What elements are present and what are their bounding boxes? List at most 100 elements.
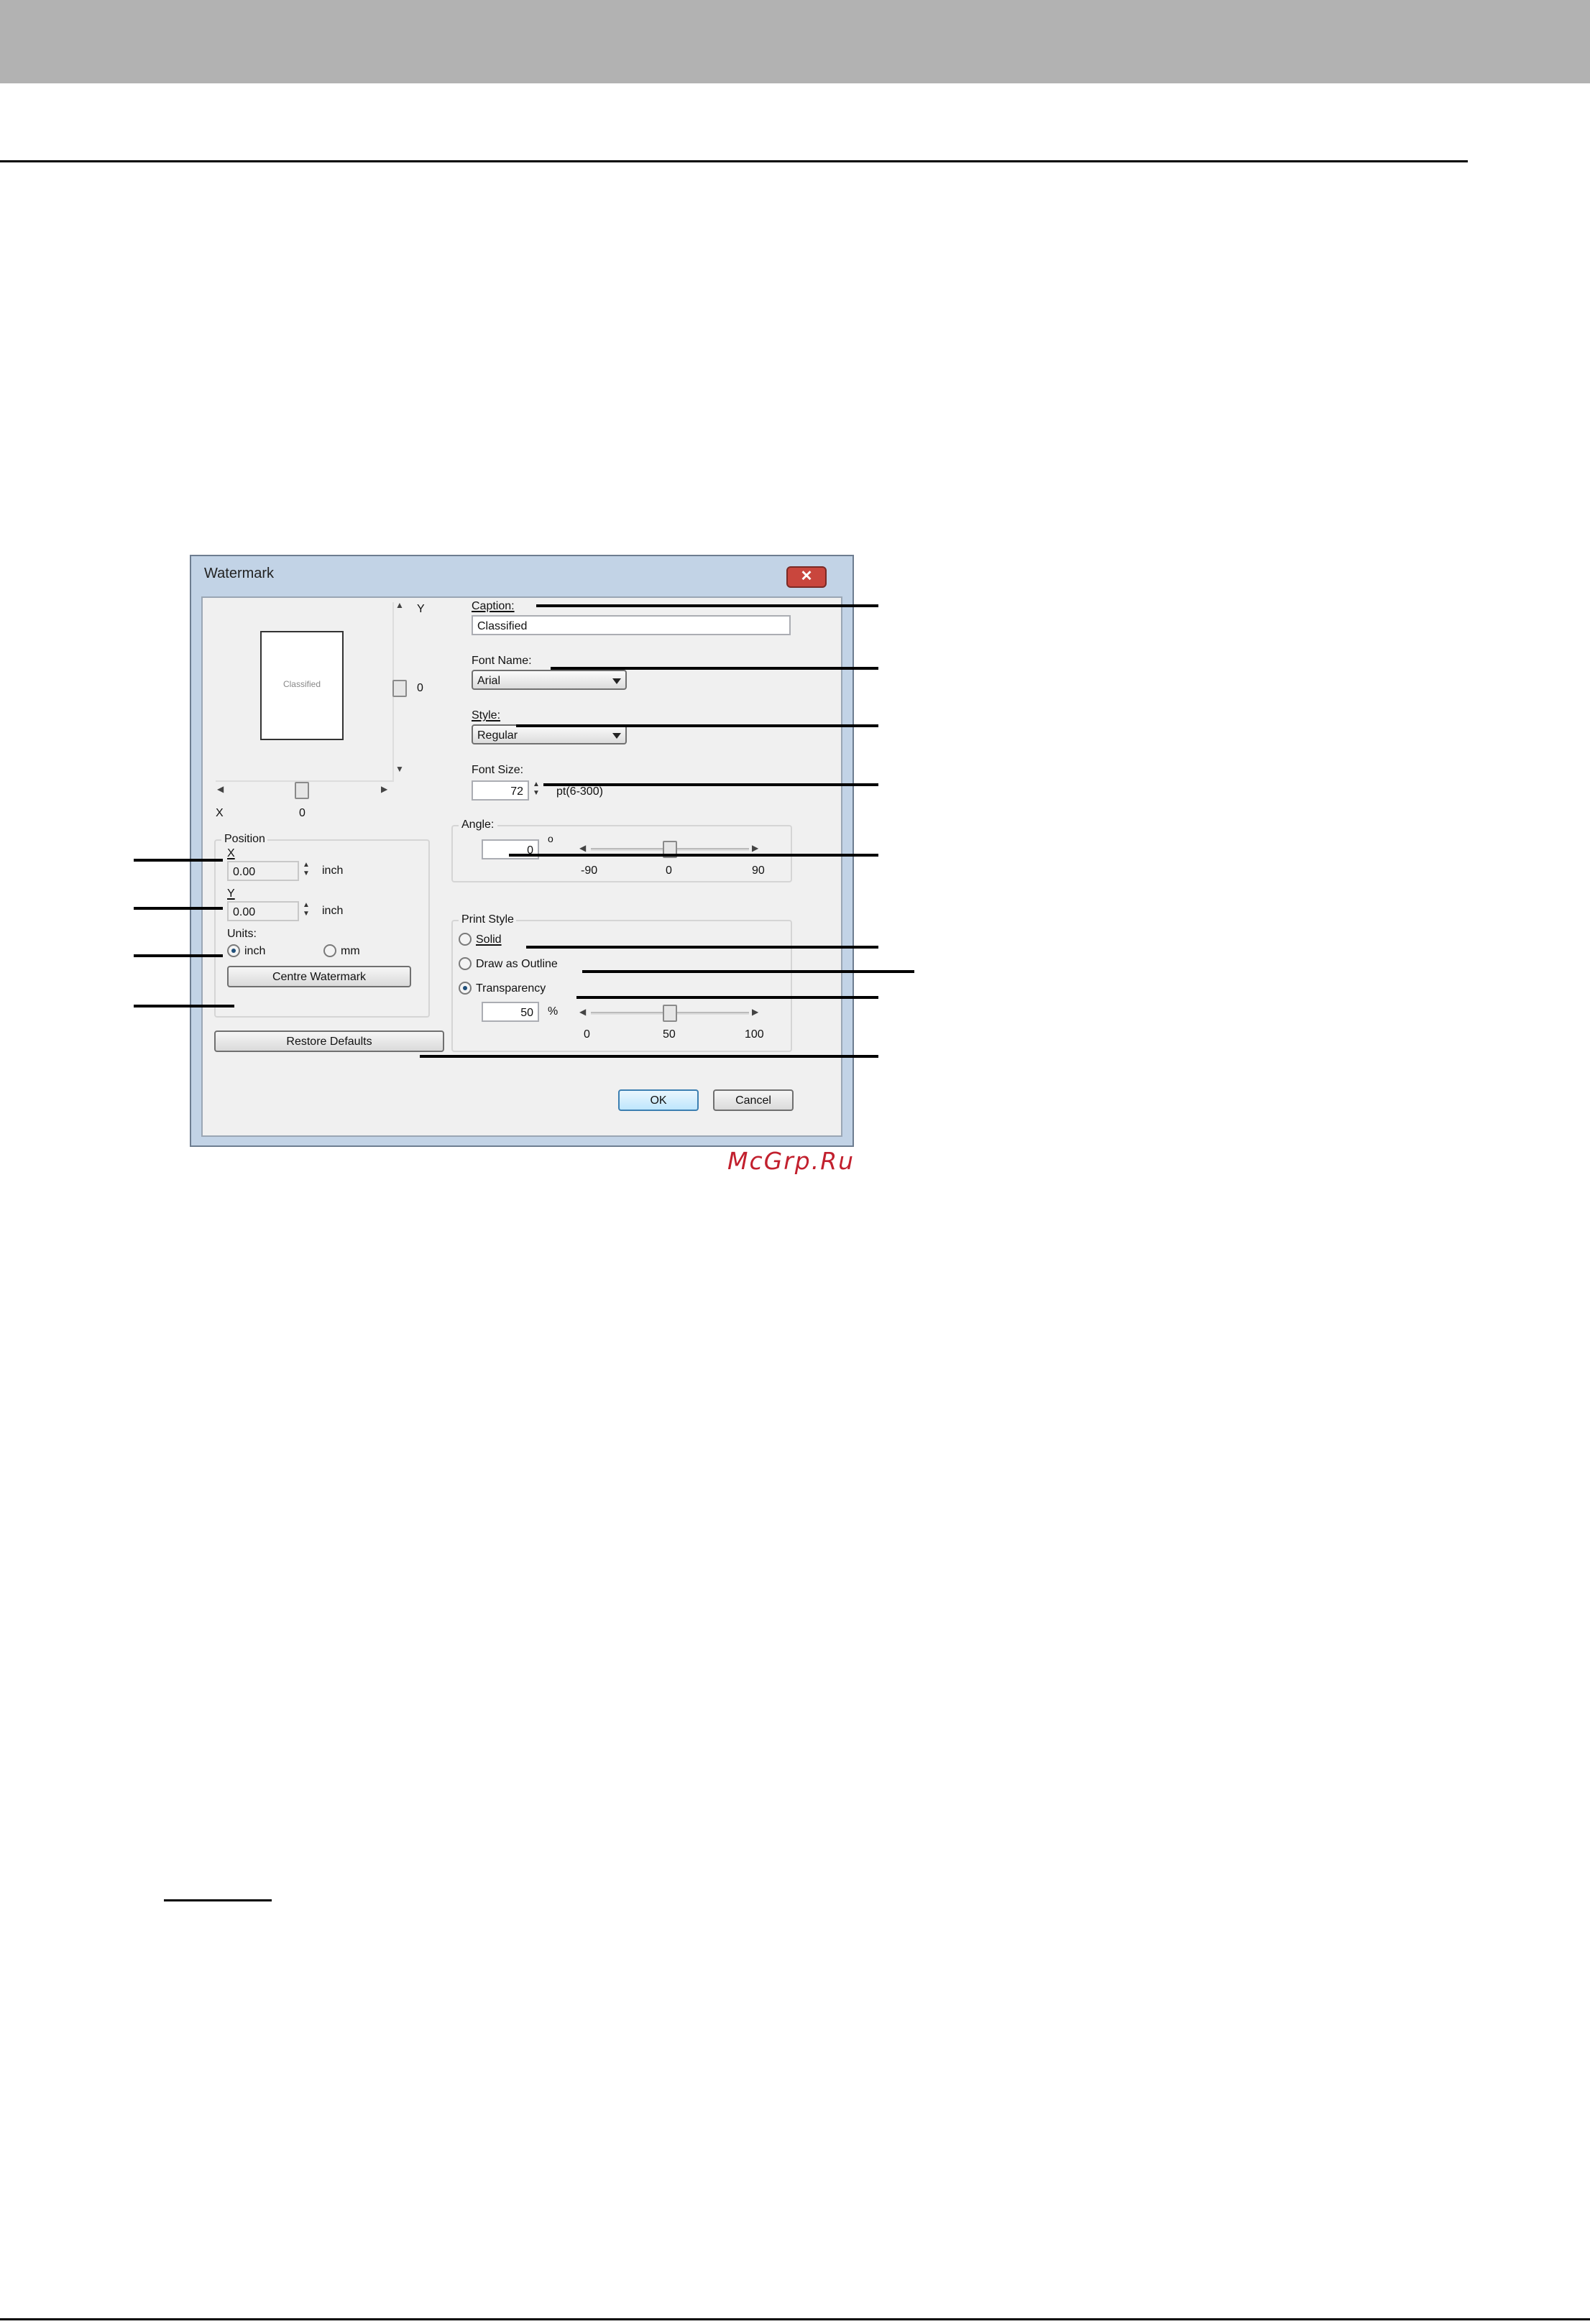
font-size-range: pt(6-300) [556, 785, 603, 798]
transparency-slider[interactable]: ◀ ▶ [576, 1005, 763, 1022]
callout-line-units [134, 954, 223, 957]
callout-line-angle [509, 854, 878, 857]
close-icon: ✕ [800, 569, 813, 585]
callout-line-style [516, 724, 878, 727]
style-value: Regular [477, 729, 518, 742]
callout-line-restore-defaults [420, 1055, 878, 1058]
degree-symbol: o [548, 835, 553, 845]
y-scroll-thumb[interactable] [392, 680, 407, 697]
font-size-spinner[interactable]: ▲ ▼ [532, 780, 541, 801]
callout-line-draw-as-outline [582, 970, 914, 973]
transparency-max-tick: 100 [745, 1028, 764, 1041]
caption-field[interactable]: Classified [472, 615, 791, 635]
cancel-button[interactable]: Cancel [713, 1089, 794, 1111]
watermark-dialog-wrapper: Watermark ✕ Classified ▲ ▼ Y 0 ◀ ▶ X 0 P… [190, 555, 854, 1147]
angle-mid-tick: 0 [666, 864, 672, 877]
chevron-down-icon [612, 678, 621, 684]
x-axis-label: X [216, 806, 224, 819]
x-value: 0 [299, 806, 305, 819]
y-value: 0 [417, 681, 423, 694]
close-button[interactable]: ✕ [786, 566, 827, 588]
arrow-left-icon[interactable]: ◀ [217, 785, 224, 795]
angle-min-tick: -90 [581, 864, 598, 877]
position-y-spinner[interactable]: ▲ ▼ [302, 901, 311, 921]
arrow-right-icon[interactable]: ▶ [381, 785, 387, 795]
unit-mm-radio[interactable] [323, 944, 336, 957]
restore-defaults-button[interactable]: Restore Defaults [214, 1030, 444, 1052]
style-dropdown[interactable]: Regular [472, 724, 627, 744]
transparency-slider-thumb[interactable] [663, 1005, 677, 1022]
spin-up-icon[interactable]: ▲ [533, 780, 540, 789]
callout-line-position-y [134, 907, 223, 910]
y-position-scrollbar[interactable]: ▲ ▼ [392, 602, 407, 780]
angle-label: Angle: [459, 818, 497, 831]
callout-line-position-x [134, 859, 223, 862]
callout-line-solid [526, 946, 878, 949]
position-x-field[interactable]: 0.00 [227, 861, 299, 881]
position-x-label: X [227, 847, 235, 859]
position-y-label: Y [227, 887, 235, 900]
dialog-title: Watermark [204, 566, 275, 582]
y-axis-label: Y [417, 602, 425, 615]
print-style-label: Print Style [459, 913, 517, 926]
font-name-value: Arial [477, 674, 501, 687]
spin-down-icon[interactable]: ▼ [303, 910, 310, 918]
arrow-down-icon[interactable]: ▼ [395, 766, 404, 775]
font-size-label: Font Size: [472, 763, 524, 776]
callout-line-centre-watermark [134, 1005, 234, 1007]
draw-as-outline-label[interactable]: Draw as Outline [476, 957, 558, 970]
transparency-mid-tick: 50 [663, 1028, 676, 1041]
ok-button[interactable]: OK [618, 1089, 699, 1111]
transparency-radio[interactable] [459, 982, 472, 995]
spin-down-icon[interactable]: ▼ [303, 870, 310, 878]
centre-watermark-button[interactable]: Centre Watermark [227, 966, 411, 987]
position-group-label: Position [221, 832, 268, 845]
transparency-min-tick: 0 [584, 1028, 590, 1041]
position-y-field[interactable]: 0.00 [227, 901, 299, 921]
arrow-right-icon[interactable]: ▶ [752, 844, 758, 854]
spin-down-icon[interactable]: ▼ [533, 789, 540, 798]
watermark-dialog: Watermark ✕ Classified ▲ ▼ Y 0 ◀ ▶ X 0 P… [190, 555, 854, 1147]
unit-mm-label[interactable]: mm [341, 944, 360, 957]
font-name-dropdown[interactable]: Arial [472, 670, 627, 690]
callout-line-font-size [543, 783, 878, 786]
units-label: Units: [227, 927, 257, 940]
transparency-field[interactable]: 50 [482, 1002, 539, 1022]
caption-label: Caption: [472, 599, 515, 612]
solid-label[interactable]: Solid [476, 933, 502, 946]
font-size-field[interactable]: 72 [472, 780, 529, 801]
spin-up-icon[interactable]: ▲ [303, 861, 310, 870]
print-style-group: Print Style Solid Draw as Outline Transp… [451, 913, 792, 1052]
footer-rule [0, 2318, 1590, 2320]
arrow-left-icon[interactable]: ◀ [579, 1007, 586, 1018]
arrow-up-icon[interactable]: ▲ [395, 602, 404, 611]
dialog-titlebar[interactable]: Watermark ✕ [191, 556, 853, 594]
percent-symbol: % [548, 1005, 559, 1018]
angle-max-tick: 90 [752, 864, 765, 877]
chevron-down-icon [612, 733, 621, 739]
solid-radio[interactable] [459, 933, 472, 946]
x-scroll-thumb[interactable] [295, 782, 309, 799]
arrow-right-icon[interactable]: ▶ [752, 1007, 758, 1018]
preview-caption: Classified [282, 681, 321, 690]
callout-line-caption [536, 604, 878, 607]
position-x-spinner[interactable]: ▲ ▼ [302, 861, 311, 881]
position-y-unit: inch [322, 904, 344, 917]
header-rule [0, 160, 1468, 162]
draw-as-outline-radio[interactable] [459, 957, 472, 970]
position-group: Position X 0.00 ▲ ▼ inch Y 0.00 ▲ ▼ inch U… [214, 832, 430, 1018]
header-band [0, 0, 1590, 83]
position-x-unit: inch [322, 864, 344, 877]
style-label: Style: [472, 709, 501, 721]
callout-line-transparency [576, 996, 878, 999]
note-rule [164, 1899, 272, 1901]
unit-inch-radio[interactable] [227, 944, 240, 957]
x-position-scrollbar[interactable]: ◀ ▶ [216, 780, 394, 799]
spin-up-icon[interactable]: ▲ [303, 901, 310, 910]
transparency-label[interactable]: Transparency [476, 982, 546, 995]
preview-page: Classified [260, 631, 344, 740]
font-name-label: Font Name: [472, 654, 532, 667]
arrow-left-icon[interactable]: ◀ [579, 844, 586, 854]
site-watermark: McGrp.Ru [727, 1147, 855, 1175]
unit-inch-label[interactable]: inch [244, 944, 265, 957]
